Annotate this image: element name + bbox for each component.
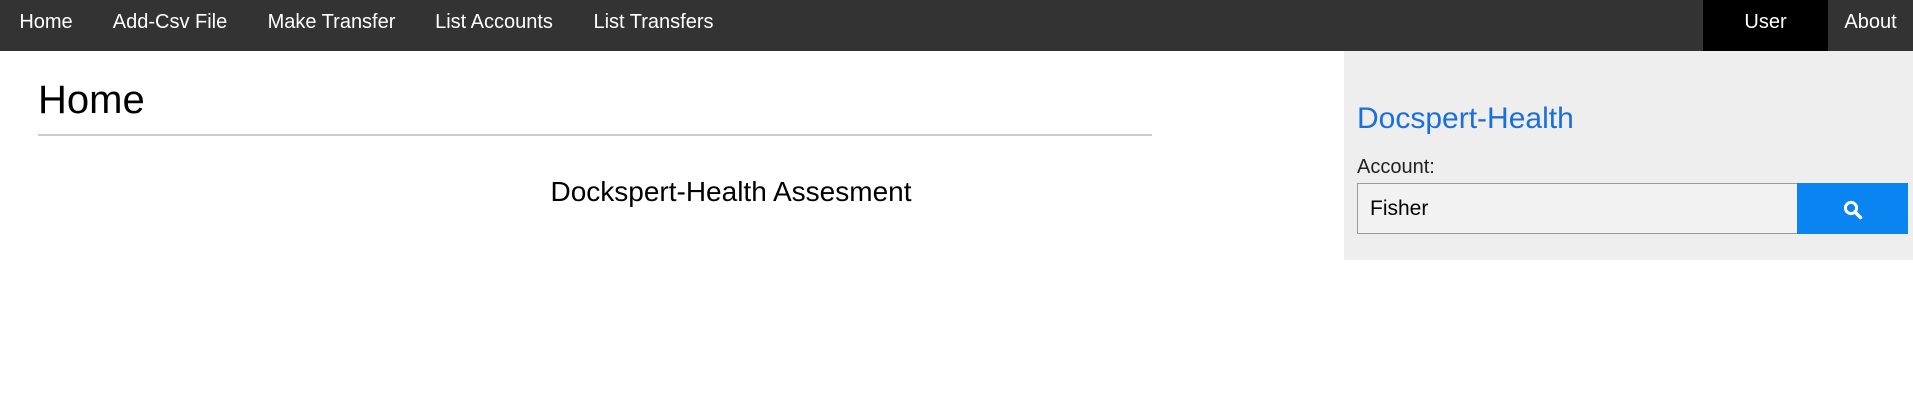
account-search-input[interactable] [1357,183,1798,234]
title-divider [38,134,1152,136]
brand-link[interactable]: Docspert-Health [1357,99,1574,139]
nav-home-link[interactable]: Home [0,0,92,51]
account-label: Account: [1357,156,1435,178]
search-button[interactable] [1797,183,1908,234]
nav-add-csv-file-link[interactable]: Add-Csv File [92,0,248,51]
nav-user-link[interactable]: User [1703,0,1828,51]
account-search-panel: Docspert-Health Account: [1344,51,1913,260]
nav-about-link[interactable]: About [1828,0,1913,51]
top-navigation-bar: Home Add-Csv File Make Transfer List Acc… [0,0,1913,51]
page-subtitle: Dockspert-Health Assesment [550,176,912,207]
nav-make-transfer-link[interactable]: Make Transfer [248,0,415,51]
nav-list-accounts-link[interactable]: List Accounts [415,0,573,51]
page-title: Home [38,78,145,122]
search-icon [1843,200,1863,220]
nav-list-transfers-link[interactable]: List Transfers [573,0,734,51]
